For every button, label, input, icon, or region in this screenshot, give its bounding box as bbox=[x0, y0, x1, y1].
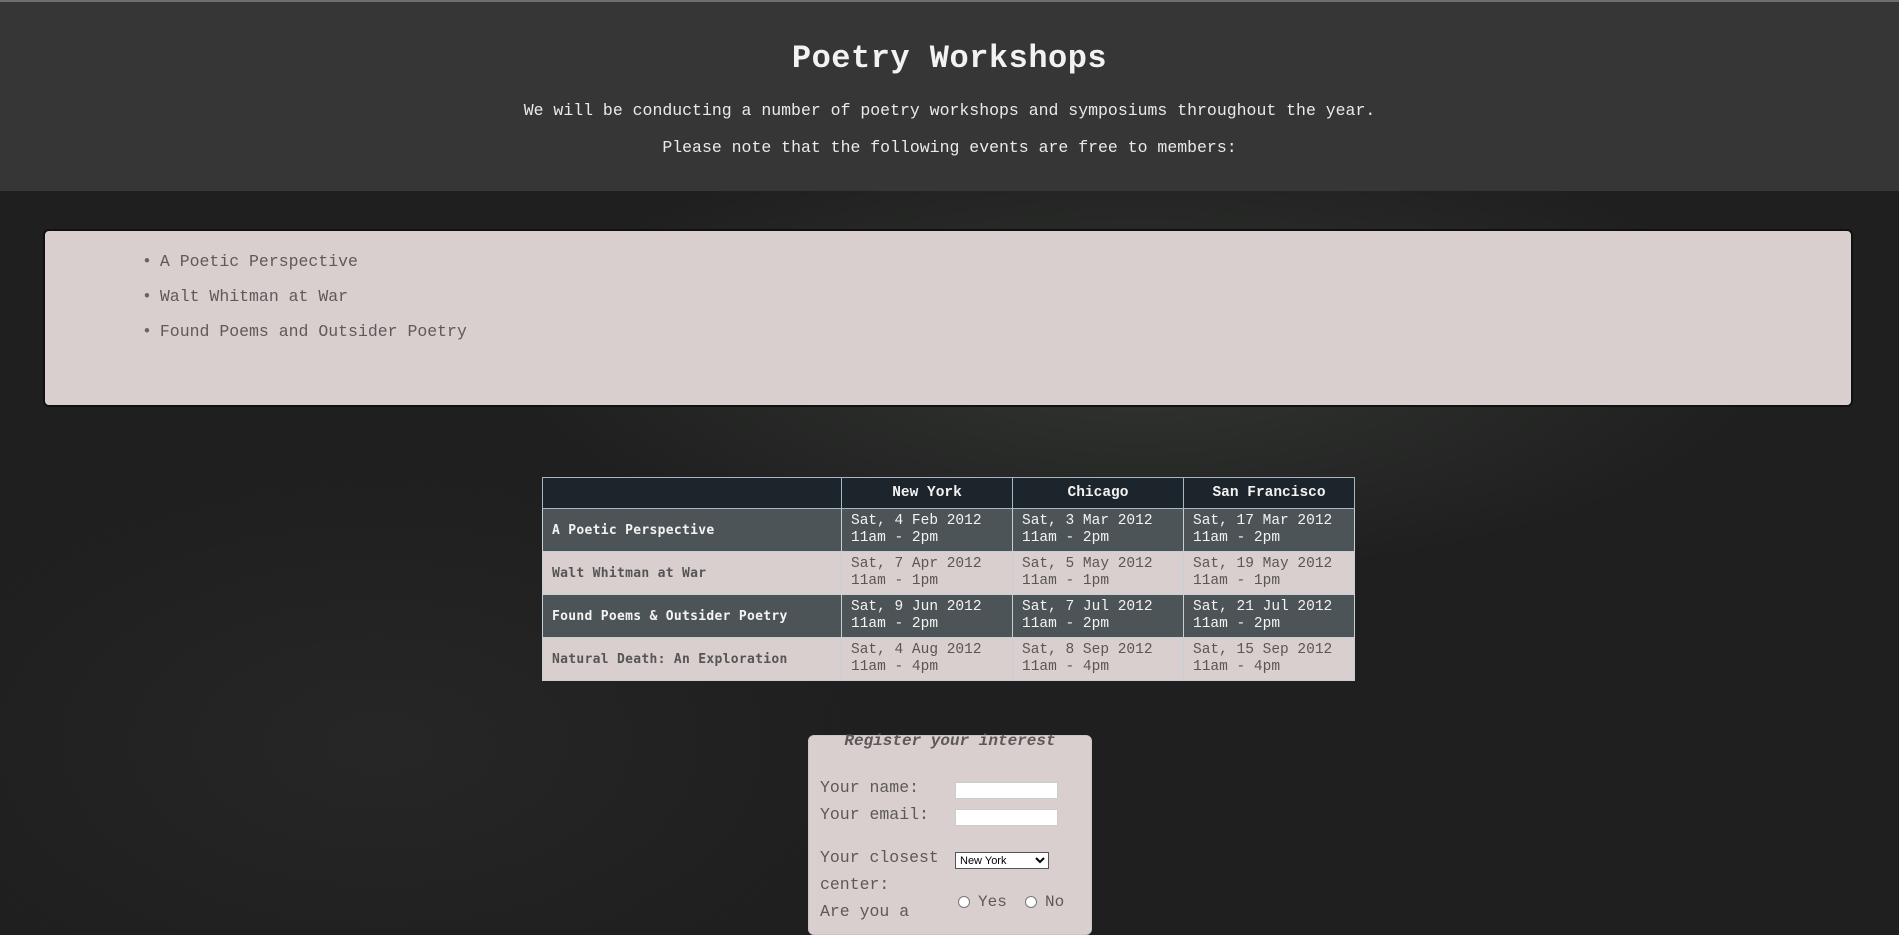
event-date: Sat, 19 May 2012 bbox=[1193, 556, 1333, 572]
closest-center-select[interactable]: New York bbox=[955, 852, 1049, 869]
list-item: Found Poems and Outsider Poetry bbox=[142, 321, 467, 356]
intro-text: We will be conducting a number of poetry… bbox=[523, 101, 1376, 120]
event-date: Sat, 7 Jul 2012 bbox=[1022, 599, 1153, 615]
event-date: Sat, 8 Sep 2012 bbox=[1022, 642, 1153, 658]
table-row: A Poetic Perspective Sat, 4 Feb 2012 11am… bbox=[542, 508, 1355, 552]
table-row: Found Poems & Outsider Poetry Sat, 9 Jun… bbox=[542, 594, 1355, 638]
table-cell: Sat, 3 Mar 2012 11am - 2pm bbox=[1012, 508, 1184, 552]
event-date: Sat, 21 Jul 2012 bbox=[1193, 599, 1333, 615]
event-time: 11am - 1pm bbox=[851, 573, 939, 589]
free-events-list: A Poetic Perspective Walt Whitman at War… bbox=[142, 251, 467, 356]
event-date: Sat, 7 Apr 2012 bbox=[851, 556, 982, 572]
workshop-schedule-table: New York Chicago San Francisco A Poetic … bbox=[542, 477, 1355, 681]
table-row: Natural Death: An Exploration Sat, 4 Aug… bbox=[542, 637, 1355, 681]
email-label: Your email: bbox=[820, 805, 929, 824]
member-no-radio[interactable]: No bbox=[1025, 893, 1064, 911]
event-time: 11am - 2pm bbox=[1193, 530, 1281, 546]
yes-label: Yes bbox=[978, 893, 1007, 911]
event-time: 11am - 1pm bbox=[1193, 573, 1281, 589]
table-cell: Sat, 9 Jun 2012 11am - 2pm bbox=[841, 594, 1013, 638]
table-cell: Sat, 4 Feb 2012 11am - 2pm bbox=[841, 508, 1013, 552]
workshop-title: A Poetic Perspective bbox=[542, 508, 842, 552]
name-label: Your name: bbox=[820, 778, 920, 797]
table-cell: Sat, 4 Aug 2012 11am - 4pm bbox=[841, 637, 1013, 681]
free-events-panel: A Poetic Perspective Walt Whitman at War… bbox=[43, 229, 1853, 407]
table-cell: Sat, 8 Sep 2012 11am - 4pm bbox=[1012, 637, 1184, 681]
table-cell: Sat, 19 May 2012 11am - 1pm bbox=[1183, 551, 1355, 595]
column-header-blank bbox=[542, 477, 842, 509]
event-date: Sat, 15 Sep 2012 bbox=[1193, 642, 1333, 658]
event-date: Sat, 5 May 2012 bbox=[1022, 556, 1153, 572]
radio-circle[interactable] bbox=[958, 896, 970, 908]
name-input[interactable] bbox=[955, 782, 1058, 799]
event-time: 11am - 2pm bbox=[851, 616, 939, 632]
member-yes-radio[interactable]: Yes bbox=[958, 893, 1007, 911]
center-label-line1: Your closest bbox=[820, 848, 939, 867]
member-label: Are you a bbox=[820, 902, 910, 921]
event-date: Sat, 4 Aug 2012 bbox=[851, 642, 982, 658]
column-header-chicago: Chicago bbox=[1012, 477, 1184, 509]
event-date: Sat, 4 Feb 2012 bbox=[851, 513, 982, 529]
column-header-san-francisco: San Francisco bbox=[1183, 477, 1355, 509]
table-cell: Sat, 21 Jul 2012 11am - 2pm bbox=[1183, 594, 1355, 638]
event-date: Sat, 3 Mar 2012 bbox=[1022, 513, 1153, 529]
workshop-title: Walt Whitman at War bbox=[542, 551, 842, 595]
email-input[interactable] bbox=[955, 809, 1058, 826]
no-label: No bbox=[1045, 893, 1065, 911]
table-cell: Sat, 5 May 2012 11am - 1pm bbox=[1012, 551, 1184, 595]
event-time: 11am - 2pm bbox=[1193, 616, 1281, 632]
table-cell: Sat, 7 Jul 2012 11am - 2pm bbox=[1012, 594, 1184, 638]
list-item: A Poetic Perspective bbox=[142, 251, 467, 286]
event-time: 11am - 2pm bbox=[1022, 616, 1110, 632]
free-note-text: Please note that the following events ar… bbox=[662, 138, 1237, 157]
list-item: Walt Whitman at War bbox=[142, 286, 467, 321]
event-time: 11am - 4pm bbox=[1193, 659, 1281, 675]
register-interest-form: Register your interest Your name: Your e… bbox=[808, 732, 1092, 935]
table-row: Walt Whitman at War Sat, 7 Apr 2012 11am … bbox=[542, 551, 1355, 595]
event-time: 11am - 2pm bbox=[851, 530, 939, 546]
radio-circle[interactable] bbox=[1025, 896, 1037, 908]
event-time: 11am - 1pm bbox=[1022, 573, 1110, 589]
form-legend: Register your interest bbox=[844, 732, 1056, 750]
workshop-title: Found Poems & Outsider Poetry bbox=[542, 594, 842, 638]
table-cell: Sat, 7 Apr 2012 11am - 1pm bbox=[841, 551, 1013, 595]
event-time: 11am - 2pm bbox=[1022, 530, 1110, 546]
center-label-line2: center: bbox=[820, 875, 890, 894]
event-time: 11am - 4pm bbox=[1022, 659, 1110, 675]
event-date: Sat, 9 Jun 2012 bbox=[851, 599, 982, 615]
event-date: Sat, 17 Mar 2012 bbox=[1193, 513, 1333, 529]
table-cell: Sat, 15 Sep 2012 11am - 4pm bbox=[1183, 637, 1355, 681]
event-time: 11am - 4pm bbox=[851, 659, 939, 675]
column-header-new-york: New York bbox=[841, 477, 1013, 509]
table-cell: Sat, 17 Mar 2012 11am - 2pm bbox=[1183, 508, 1355, 552]
page-header: Poetry Workshops We will be conducting a… bbox=[0, 2, 1899, 191]
table-header-row: New York Chicago San Francisco bbox=[542, 477, 1355, 509]
page-title: Poetry Workshops bbox=[791, 40, 1108, 77]
workshop-title: Natural Death: An Exploration bbox=[542, 637, 842, 681]
